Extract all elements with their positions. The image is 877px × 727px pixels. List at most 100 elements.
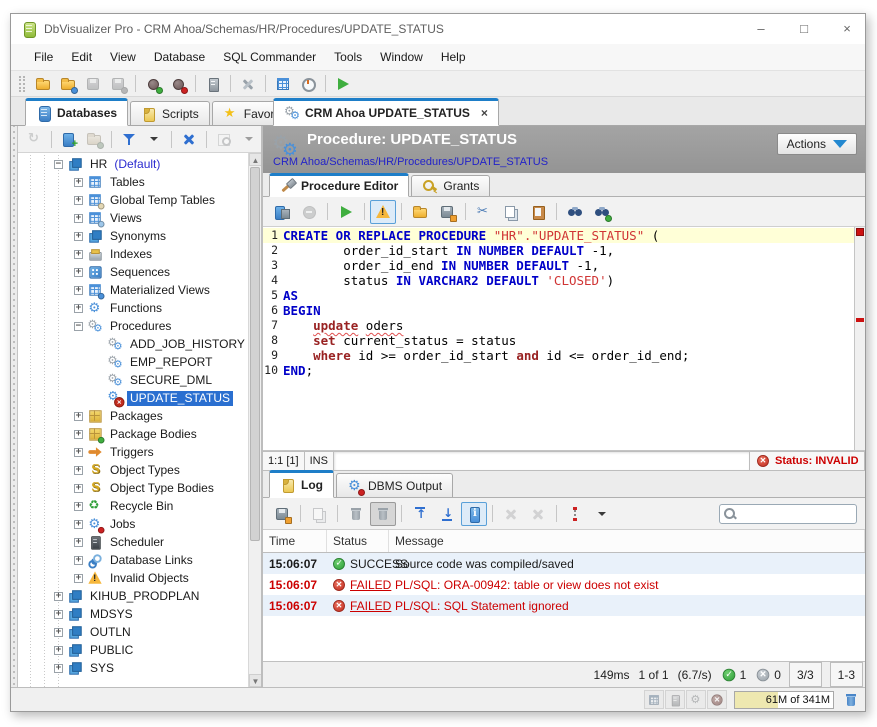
expand-expander-icon[interactable]: + (74, 448, 83, 457)
filter-menu-button[interactable] (142, 128, 166, 150)
tree-item-jobs[interactable]: +Jobs (18, 515, 247, 533)
tree-item-kihub-prodplan[interactable]: +KIHUB_PRODPLAN (18, 587, 247, 605)
expand-expander-icon[interactable]: + (74, 556, 83, 565)
tree-item-functions[interactable]: +Functions (18, 299, 247, 317)
code-line-7[interactable]: 7 update oders (263, 318, 865, 333)
sql-commander-button[interactable] (331, 73, 355, 95)
tree-item-invalid-objects[interactable]: +Invalid Objects (18, 569, 247, 587)
tree-item-secure-dml[interactable]: SECURE_DML (18, 371, 247, 389)
expand-expander-icon[interactable]: + (74, 178, 83, 187)
expand-expander-icon[interactable]: + (74, 520, 83, 529)
tab-databases[interactable]: Databases (25, 98, 128, 126)
expand-expander-icon[interactable]: + (74, 466, 83, 475)
menu-sql-commander[interactable]: SQL Commander (214, 44, 325, 70)
column-header-time[interactable]: Time (263, 530, 327, 552)
tree-item-update-status[interactable]: UPDATE_STATUS (18, 389, 247, 407)
expand-expander-icon[interactable]: + (74, 304, 83, 313)
code-line-10[interactable]: 10END; (263, 363, 865, 378)
code-line-9[interactable]: 9 where id >= order_id_start and id <= o… (263, 348, 865, 363)
tree-item-emp-report[interactable]: EMP_REPORT (18, 353, 247, 371)
error-marker-top[interactable] (856, 228, 864, 236)
disconnect-button[interactable] (166, 73, 190, 95)
tab-log[interactable]: Log (269, 470, 334, 498)
expand-expander-icon[interactable]: + (54, 646, 63, 655)
error-marker-line7[interactable] (856, 318, 864, 322)
expand-expander-icon[interactable]: + (74, 574, 83, 583)
tree-item-global-temp-tables[interactable]: +Global Temp Tables (18, 191, 247, 209)
log-row[interactable]: 15:06:07FAILEDPL/SQL: ORA-00942: table o… (263, 574, 865, 595)
menu-edit[interactable]: Edit (62, 44, 101, 70)
export-log-button[interactable] (269, 502, 295, 526)
close-tab-icon[interactable]: × (481, 106, 488, 120)
load-from-file-button[interactable] (407, 200, 433, 224)
panel-collapse-strip[interactable] (11, 126, 18, 687)
copy-button[interactable] (498, 200, 524, 224)
task-scheduler-button[interactable] (296, 73, 320, 95)
tree-item-outln[interactable]: +OUTLN (18, 623, 247, 641)
menu-help[interactable]: Help (432, 44, 475, 70)
open-bookmark-button[interactable] (56, 73, 80, 95)
open-file-button[interactable] (31, 73, 55, 95)
tab-scripts[interactable]: Scripts (130, 101, 210, 125)
tab-dbms-output[interactable]: DBMS Output (336, 473, 453, 497)
find-button[interactable] (562, 200, 588, 224)
code-line-5[interactable]: 5AS (263, 288, 865, 303)
log-search-box[interactable] (719, 504, 857, 524)
expand-expander-icon[interactable]: + (74, 196, 83, 205)
close-button[interactable]: × (829, 14, 865, 44)
tab-grants[interactable]: Grants (411, 175, 490, 196)
create-database-connection-button[interactable] (57, 128, 81, 150)
expand-expander-icon[interactable]: + (74, 502, 83, 511)
tree-item-synonyms[interactable]: +Synonyms (18, 227, 247, 245)
compile-save-button[interactable] (269, 200, 295, 224)
menu-database[interactable]: Database (145, 44, 214, 70)
tree-item-sys[interactable]: +SYS (18, 659, 247, 677)
scrollbar-thumb[interactable] (250, 167, 260, 541)
menu-tools[interactable]: Tools (325, 44, 371, 70)
menu-window[interactable]: Window (371, 44, 432, 70)
tree-item-scheduler[interactable]: +Scheduler (18, 533, 247, 551)
clear-log-button[interactable] (343, 502, 369, 526)
maximize-button[interactable]: □ (786, 14, 822, 44)
expand-expander-icon[interactable]: + (74, 232, 83, 241)
tree-item-materialized-views[interactable]: +Materialized Views (18, 281, 247, 299)
scroll-to-bottom-button[interactable] (434, 502, 460, 526)
split-view-menu-button[interactable] (589, 502, 615, 526)
actions-button[interactable]: Actions (777, 133, 857, 155)
expand-expander-icon[interactable]: + (74, 286, 83, 295)
expand-expander-icon[interactable]: + (54, 628, 63, 637)
tree-item-tables[interactable]: +Tables (18, 173, 247, 191)
memory-indicator[interactable]: 61M of 341M (734, 691, 834, 709)
error-stripe[interactable] (854, 227, 865, 450)
column-header-message[interactable]: Message (389, 530, 865, 552)
collapse-all-button[interactable] (177, 128, 201, 150)
log-row[interactable]: 15:06:07FAILEDPL/SQL: SQL Statement igno… (263, 595, 865, 616)
auto-clear-log-button[interactable] (370, 502, 396, 526)
log-row[interactable]: 15:06:07SUCCESSSource code was compiled/… (263, 553, 865, 574)
tree-item-hr[interactable]: −HR(Default) (18, 155, 247, 173)
tree-item-procedures[interactable]: −Procedures (18, 317, 247, 335)
code-line-1[interactable]: 1CREATE OR REPLACE PROCEDURE "HR"."UPDAT… (263, 228, 865, 243)
expand-expander-icon[interactable]: + (74, 250, 83, 259)
tree-item-packages[interactable]: +Packages (18, 407, 247, 425)
filter-objects-button[interactable] (117, 128, 141, 150)
split-view-button[interactable] (562, 502, 588, 526)
code-line-3[interactable]: 3 order_id_end IN NUMBER DEFAULT -1, (263, 258, 865, 273)
code-line-2[interactable]: 2 order_id_start IN NUMBER DEFAULT -1, (263, 243, 865, 258)
cut-button[interactable] (471, 200, 497, 224)
code-line-8[interactable]: 8 set current_status = status (263, 333, 865, 348)
find-replace-button[interactable] (589, 200, 615, 224)
show-log-details-button[interactable] (461, 502, 487, 526)
tree-item-views[interactable]: +Views (18, 209, 247, 227)
collapse-expander-icon[interactable]: − (74, 322, 83, 331)
tab-crm-ahoa-update-status[interactable]: CRM Ahoa UPDATE_STATUS × (273, 98, 499, 126)
sql-code-editor[interactable]: 1CREATE OR REPLACE PROCEDURE "HR"."UPDAT… (263, 227, 865, 451)
tree-item-database-links[interactable]: +Database Links (18, 551, 247, 569)
expand-expander-icon[interactable]: + (54, 664, 63, 673)
execute-button[interactable] (333, 200, 359, 224)
scroll-to-top-button[interactable] (407, 502, 433, 526)
tree-item-object-types[interactable]: +Object Types (18, 461, 247, 479)
tree-item-add-job-history[interactable]: ADD_JOB_HISTORY (18, 335, 247, 353)
code-line-4[interactable]: 4 status IN VARCHAR2 DEFAULT 'CLOSED') (263, 273, 865, 288)
tree-item-triggers[interactable]: +Triggers (18, 443, 247, 461)
